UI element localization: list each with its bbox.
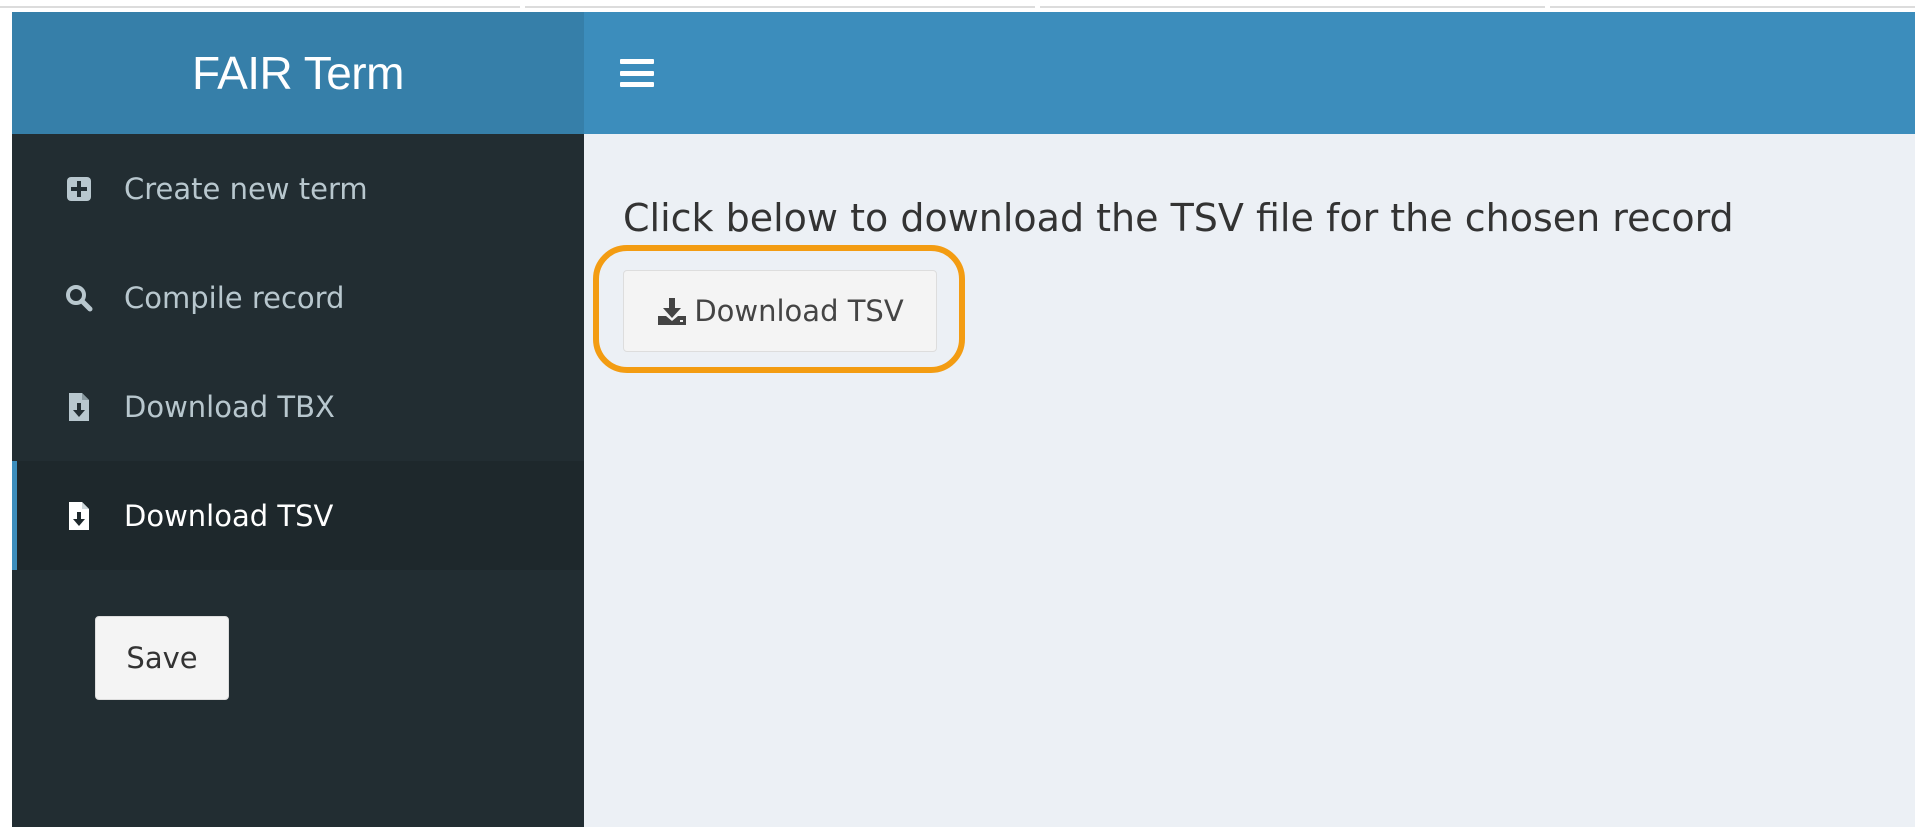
file-download-icon (62, 390, 96, 424)
save-button[interactable]: Save (95, 616, 229, 700)
app-shell: FAIR Term Create new term Compile record… (12, 12, 1915, 827)
sidebar-item-label: Compile record (124, 280, 345, 315)
sidebar-item-create-new-term[interactable]: Create new term (12, 134, 584, 243)
download-icon (658, 298, 687, 325)
sidebar-item-label: Create new term (124, 171, 368, 206)
page-body: Create new term Compile record Download … (12, 134, 1915, 827)
main-header: FAIR Term (12, 12, 1915, 134)
search-icon (62, 281, 96, 315)
plus-square-icon (62, 172, 96, 206)
window-top-strip (0, 0, 1915, 12)
main-content: Click below to download the TSV file for… (584, 134, 1915, 827)
top-navbar (584, 12, 1915, 134)
sidebar-item-compile-record[interactable]: Compile record (12, 243, 584, 352)
sidebar: Create new term Compile record Download … (12, 134, 584, 827)
hamburger-icon[interactable] (620, 59, 654, 87)
file-download-icon (62, 499, 96, 533)
sidebar-item-label: Download TBX (124, 389, 335, 424)
download-tsv-button[interactable]: Download TSV (623, 270, 937, 352)
app-logo[interactable]: FAIR Term (12, 12, 584, 134)
sidebar-item-download-tsv[interactable]: Download TSV (12, 461, 584, 570)
sidebar-item-download-tbx[interactable]: Download TBX (12, 352, 584, 461)
download-button-label: Download TSV (694, 294, 904, 328)
download-instruction: Click below to download the TSV file for… (623, 196, 1734, 240)
sidebar-item-label: Download TSV (124, 498, 334, 533)
